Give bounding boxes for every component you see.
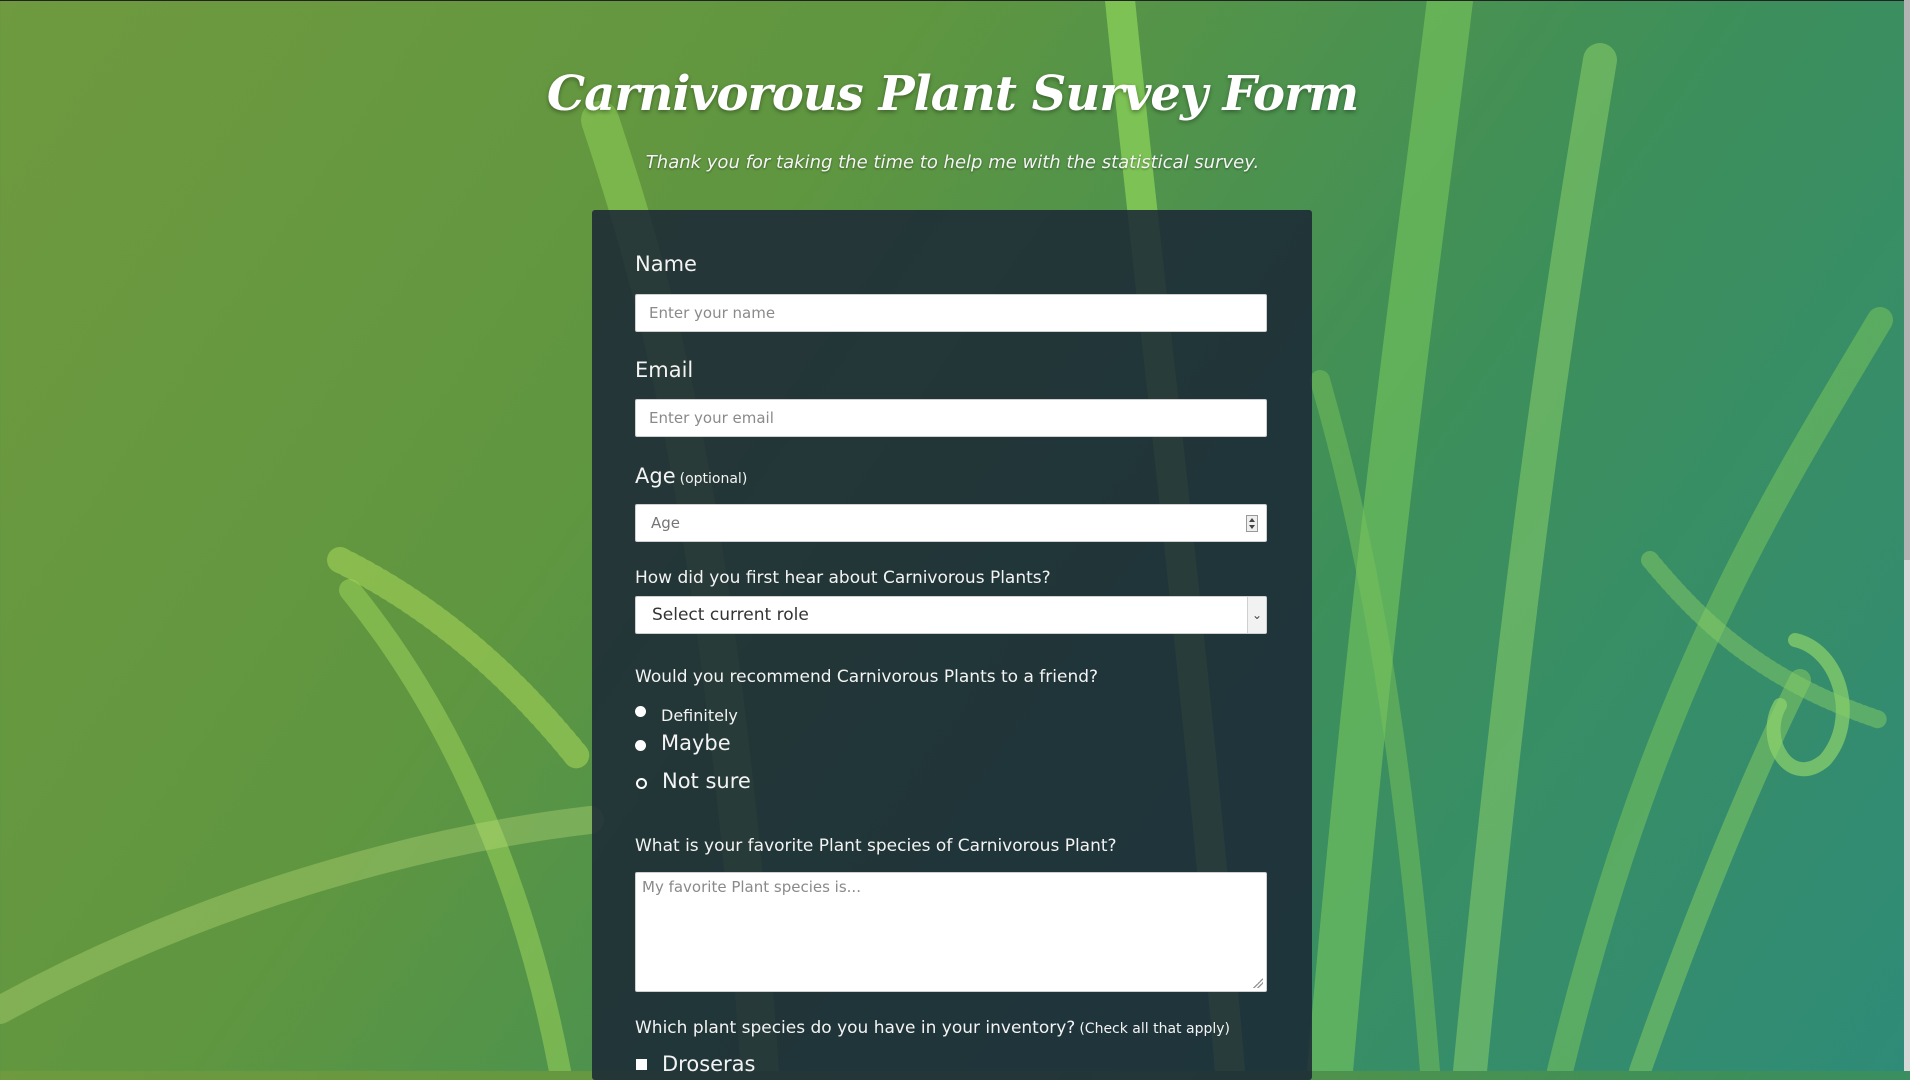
age-input[interactable]	[649, 505, 1233, 541]
age-label-row: Age (optional)	[635, 464, 747, 488]
radio-not-sure[interactable]: Not sure	[635, 769, 751, 793]
heard-select-value: Select current role	[652, 605, 809, 625]
radio-button[interactable]	[635, 739, 646, 751]
inventory-label-row: Which plant species do you have in your …	[635, 1018, 1230, 1038]
inventory-note: (Check all that apply)	[1079, 1021, 1230, 1037]
number-spinner-icon[interactable]	[1246, 515, 1258, 532]
radio-definitely[interactable]: Definitely	[635, 706, 738, 725]
checkbox[interactable]	[636, 1058, 647, 1070]
radio-label: Maybe	[661, 731, 731, 755]
radio-button[interactable]	[636, 777, 647, 789]
email-label: Email	[635, 358, 694, 382]
resize-grip-icon[interactable]	[1253, 978, 1263, 988]
age-field[interactable]	[635, 504, 1267, 542]
checkbox-label: Droseras	[662, 1052, 756, 1076]
radio-label: Definitely	[661, 706, 738, 725]
name-input[interactable]	[635, 294, 1267, 332]
checkbox-droseras[interactable]: Droseras	[635, 1052, 756, 1076]
age-optional-note: (optional)	[679, 471, 748, 487]
page-description: Thank you for taking the time to help me…	[645, 152, 1260, 173]
top-border	[0, 0, 1910, 1]
chevron-down-icon[interactable]: ⌄	[1247, 597, 1266, 633]
heard-select[interactable]: Select current role ⌄	[635, 596, 1267, 634]
name-label: Name	[635, 252, 697, 276]
email-input[interactable]	[635, 399, 1267, 437]
radio-maybe[interactable]: Maybe	[635, 731, 731, 755]
survey-form: Name Email Age(optional) How did you fir…	[592, 210, 1312, 1080]
radio-button[interactable]	[635, 706, 646, 717]
heard-label: How did you first hear about Carnivorous…	[635, 568, 1051, 588]
page-title: Carnivorous Plant Survey Form	[546, 66, 1359, 122]
inventory-label: Which plant species do you have in your …	[635, 1018, 1076, 1038]
age-label: Age	[635, 464, 676, 488]
favorite-textarea[interactable]	[635, 872, 1267, 992]
radio-label: Not sure	[662, 769, 751, 793]
favorite-label: What is your favorite Plant species of C…	[635, 836, 1117, 856]
recommend-label: Would you recommend Carnivorous Plants t…	[635, 667, 1099, 687]
